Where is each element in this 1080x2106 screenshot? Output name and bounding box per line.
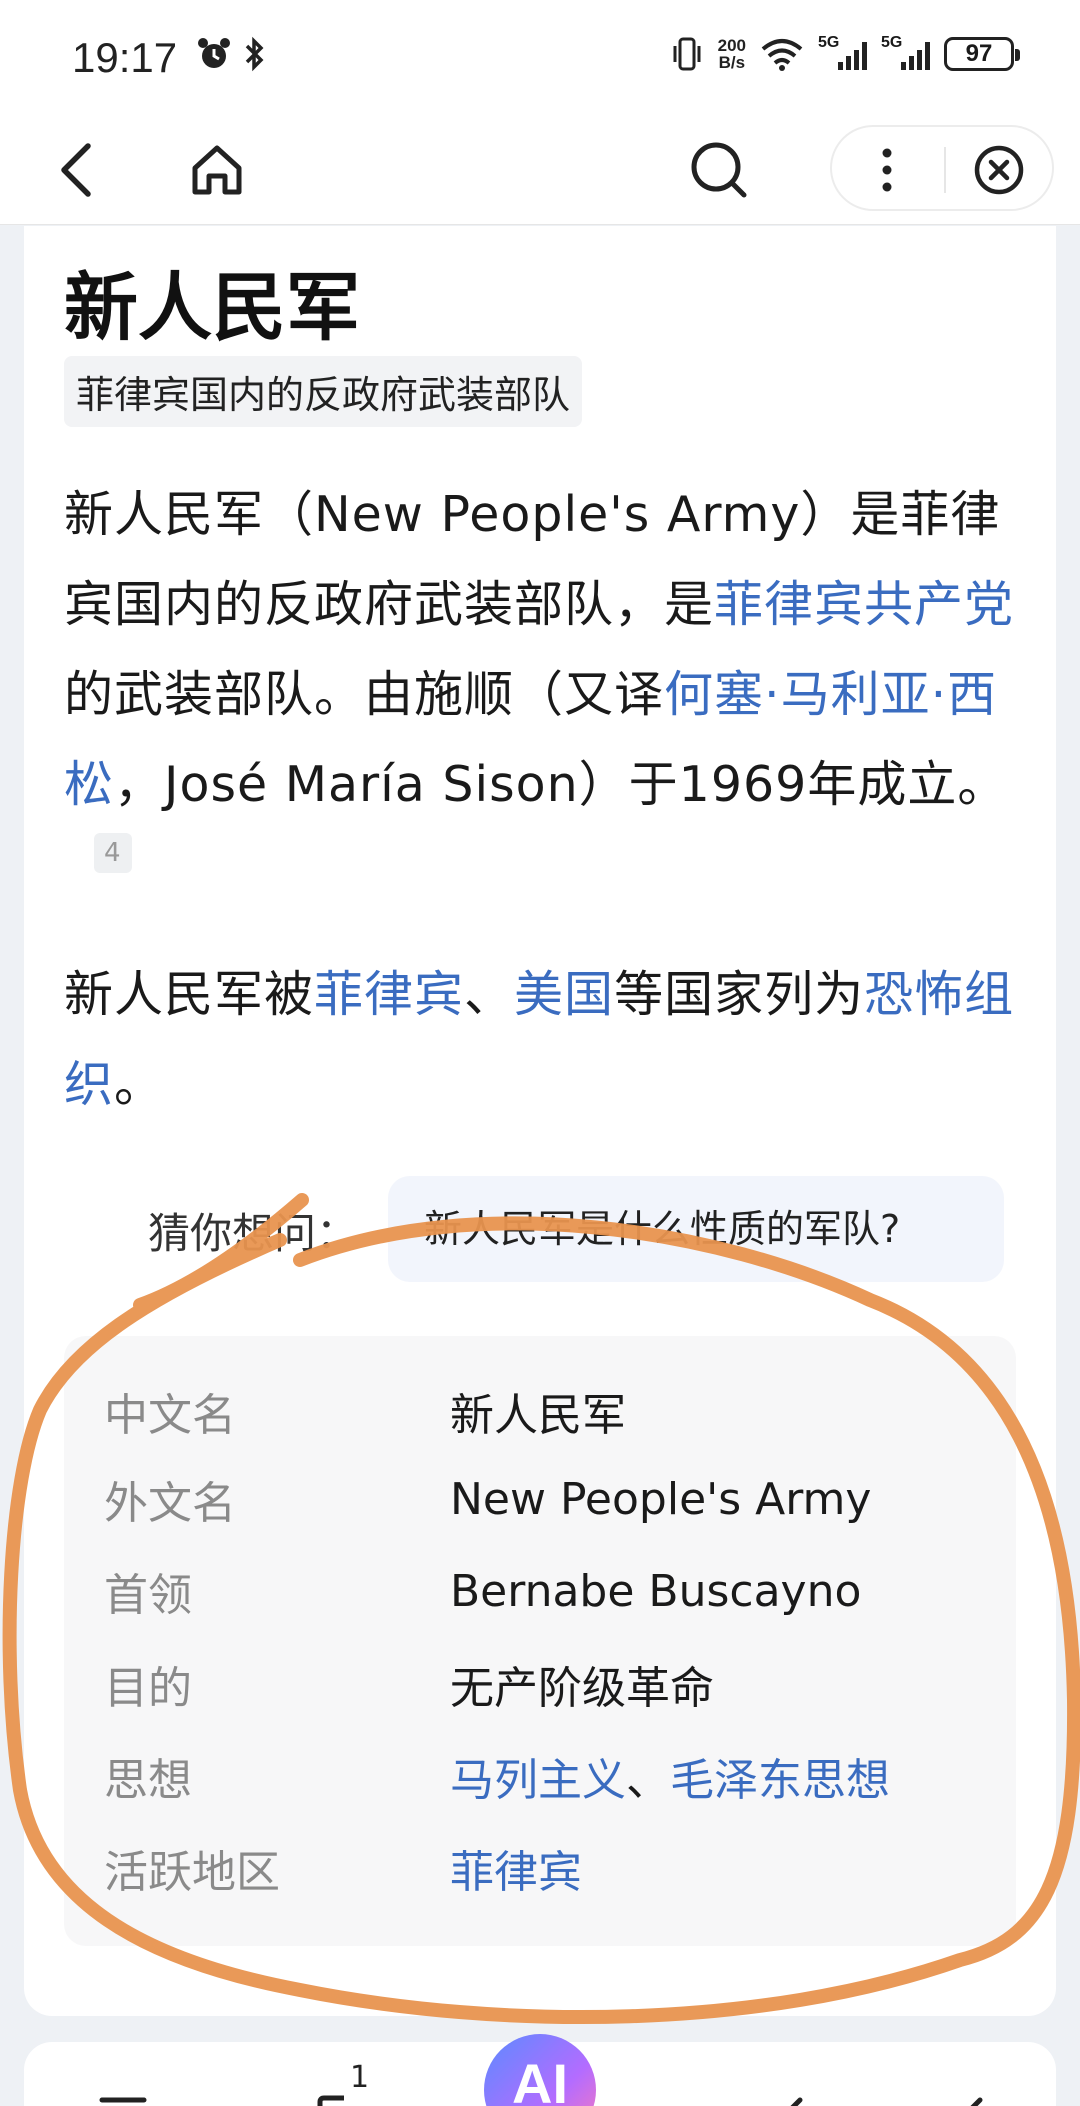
- signal-strength-2: 5G: [881, 34, 930, 70]
- mini-program-capsule: [830, 125, 1054, 211]
- infobox: 中文名 新人民军 外文名 New People's Army 首领 Bernab…: [64, 1336, 1016, 1946]
- intro-text-2: 的武装部队。由施顺（又译: [64, 666, 665, 723]
- link-philippines[interactable]: 菲律宾: [314, 966, 464, 1023]
- reference-badge[interactable]: 4: [94, 833, 132, 873]
- terror-sep: 、: [464, 966, 515, 1023]
- infobox-key: 中文名: [104, 1390, 236, 1441]
- page-subtitle: 菲律宾国内的反政府武装部队: [64, 356, 583, 427]
- net-speed-value: 200: [717, 36, 746, 55]
- wifi-icon: [761, 39, 803, 71]
- infobox-value: 无产阶级革命: [450, 1663, 714, 1714]
- guess-question-chip[interactable]: 新人民军是什么性质的军队?: [388, 1176, 1004, 1282]
- signal1-label: 5G: [818, 34, 840, 51]
- battery-indicator: 97: [944, 37, 1020, 71]
- capsule-divider: [944, 147, 946, 193]
- infobox-row: 外文名 New People's Army: [104, 1464, 871, 1534]
- infobox-key: 目的: [104, 1663, 192, 1714]
- terror-text-3: 。: [114, 1056, 165, 1113]
- status-bar: 19:17 200 B/s 5G 5G 97: [0, 0, 1080, 115]
- infobox-sep: 、: [626, 1755, 670, 1806]
- link-marxism-leninism[interactable]: 马列主义: [450, 1755, 626, 1806]
- infobox-row: 首领 Bernabe Buscayno: [104, 1556, 861, 1626]
- status-left-icons: [196, 36, 268, 72]
- signal-strength-1: 5G: [818, 34, 867, 70]
- infobox-row: 活跃地区 菲律宾: [104, 1833, 582, 1903]
- terror-paragraph: 新人民军被菲律宾、美国等国家列为恐怖组织。: [64, 950, 1016, 1130]
- infobox-key: 思想: [104, 1755, 192, 1806]
- terror-text-2: 等国家列为: [614, 966, 865, 1023]
- more-button[interactable]: [850, 133, 924, 207]
- status-time: 19:17: [72, 34, 178, 81]
- net-speed-unit: B/s: [718, 53, 746, 72]
- close-button[interactable]: [962, 133, 1036, 207]
- page-title: 新人民军: [64, 265, 360, 351]
- link-philippine-communist-party[interactable]: 菲律宾共产党: [714, 576, 1014, 633]
- top-nav-bar: [0, 115, 1080, 225]
- search-button[interactable]: [682, 133, 756, 207]
- chevron-left-icon: [61, 143, 91, 197]
- infobox-key: 首领: [104, 1570, 192, 1621]
- link-active-region-philippines[interactable]: 菲律宾: [450, 1847, 582, 1898]
- home-icon: [192, 145, 242, 195]
- link-mao-zedong-thought[interactable]: 毛泽东思想: [670, 1755, 890, 1806]
- bluetooth-icon: [245, 36, 264, 72]
- infobox-value: New People's Army: [450, 1473, 872, 1525]
- vibrate-icon: [673, 37, 701, 71]
- infobox-row: 思想 马列主义、毛泽东思想: [104, 1741, 890, 1811]
- infobox-row: 中文名 新人民军: [104, 1376, 626, 1446]
- signal2-label: 5G: [881, 34, 903, 51]
- close-circle-icon: [974, 145, 1024, 195]
- search-icon: [691, 142, 747, 198]
- infobox-value: 菲律宾: [450, 1836, 582, 1900]
- more-vertical-icon: [882, 148, 892, 192]
- menu-icon[interactable]: [98, 2096, 148, 2106]
- infobox-key: 活跃地区: [104, 1847, 280, 1898]
- alarm-icon: [198, 38, 230, 68]
- infobox-value: 新人民军: [450, 1390, 626, 1441]
- terror-text-1: 新人民军被: [64, 966, 315, 1023]
- infobox-value: 马列主义、毛泽东思想: [450, 1744, 890, 1808]
- infobox-row: 目的 无产阶级革命: [104, 1649, 714, 1719]
- intro-text-3: ，José María Sison）于1969年成立。: [114, 756, 1008, 813]
- edit-icon[interactable]: [954, 2092, 994, 2106]
- link-usa[interactable]: 美国: [514, 966, 614, 1023]
- back-button[interactable]: [40, 133, 114, 207]
- share-icon[interactable]: [774, 2092, 814, 2106]
- status-right: 200 B/s 5G 5G 97: [670, 34, 1020, 72]
- tab-count: 1: [350, 2060, 370, 2095]
- guess-label: 猜你想问：: [148, 1209, 359, 1258]
- intro-paragraph: 新人民军（New People's Army）是菲律宾国内的反政府武装部队，是菲…: [64, 470, 1016, 920]
- home-button[interactable]: [180, 133, 254, 207]
- net-speed: 200 B/s: [718, 37, 746, 71]
- tabs-icon[interactable]: [314, 2092, 354, 2106]
- infobox-value: Bernabe Buscayno: [450, 1565, 862, 1617]
- infobox-key: 外文名: [104, 1478, 236, 1529]
